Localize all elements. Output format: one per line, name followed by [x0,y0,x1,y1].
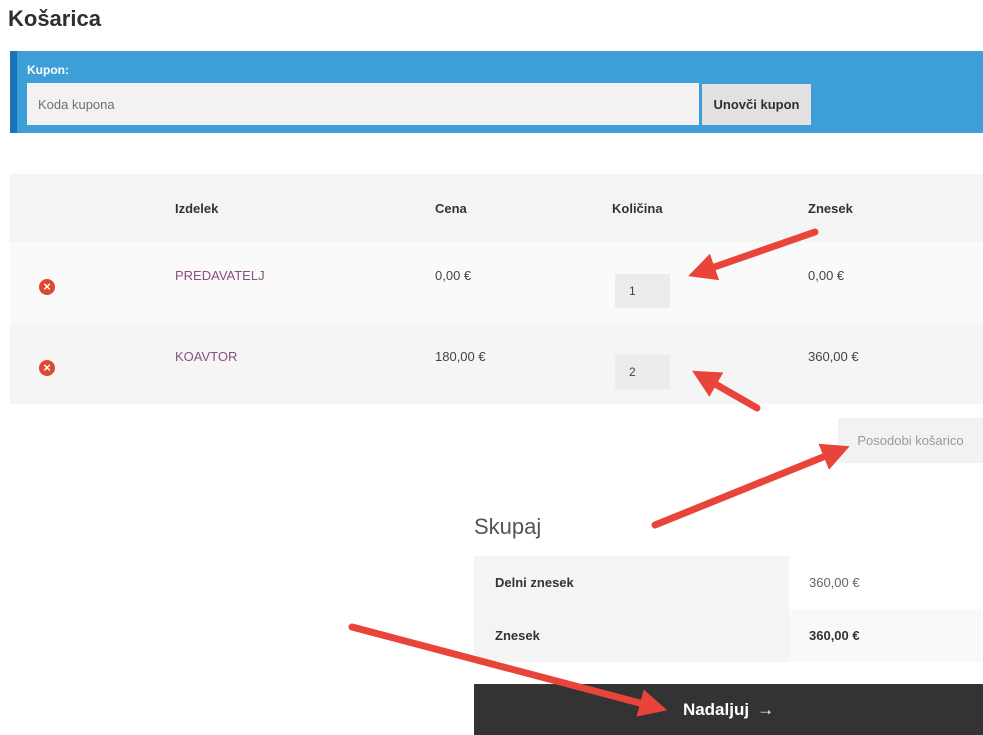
coupon-bar: Kupon: Unovči kupon [10,51,983,133]
product-link[interactable]: KOAVTOR [175,349,237,364]
cart-header-row: Izdelek Cena Količina Znesek [10,174,983,242]
header-total: Znesek [808,174,983,242]
update-cart-button[interactable]: Posodobi košarico [838,418,983,463]
coupon-label: Kupon: [27,63,69,77]
header-price: Cena [435,174,612,242]
quantity-input[interactable] [615,273,670,308]
header-remove [10,174,175,242]
header-quantity: Količina [612,174,808,242]
remove-circle-x-icon[interactable]: × [39,359,55,376]
apply-coupon-button[interactable]: Unovči kupon [702,84,811,125]
coupon-code-input[interactable] [27,83,699,125]
item-total: 0,00 € [808,268,845,283]
subtotal-label: Delni znesek [474,556,789,609]
checkout-button-label: Nadaljuj [682,699,750,719]
cart-totals-table: Delni znesek 360,00 € Znesek 360,00 € [474,556,983,662]
subtotal-value: 360,00 € [789,556,983,609]
remove-circle-x-icon[interactable]: × [39,278,55,295]
quantity-input[interactable] [615,354,670,389]
item-price: 0,00 € [435,268,472,283]
annotation-arrow [651,443,850,529]
cart-table: Izdelek Cena Količina Znesek × PREDAVATE… [10,174,983,404]
page-title: Košarica [8,6,101,31]
order-total-value: 360,00 € [789,609,983,662]
header-product: Izdelek [175,174,435,242]
item-price: 180,00 € [435,349,486,364]
subtotal-row: Delni znesek 360,00 € [474,556,983,609]
order-total-label: Znesek [474,609,789,662]
cart-item-row: × PREDAVATELJ 0,00 € 0,00 € [10,242,983,323]
proceed-to-checkout-button[interactable]: Nadaljuj → [474,684,983,735]
order-total-row: Znesek 360,00 € [474,609,983,662]
cart-item-row: × KOAVTOR 180,00 € 360,00 € [10,323,983,404]
arrow-right-icon: → [757,699,775,719]
product-link[interactable]: PREDAVATELJ [175,268,265,283]
cart-totals-title: Skupaj [474,514,542,539]
item-total: 360,00 € [808,349,859,364]
